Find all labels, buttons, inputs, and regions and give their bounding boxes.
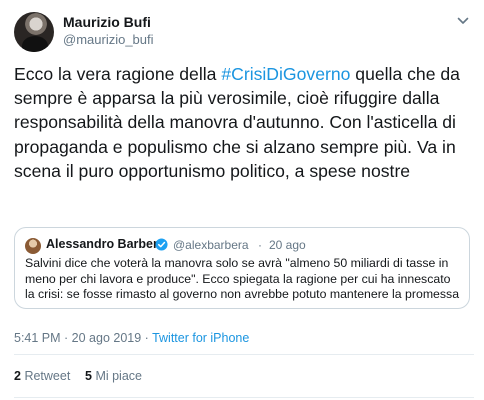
quote-avatar bbox=[25, 238, 41, 254]
hashtag-link[interactable]: #CrisiDiGoverno bbox=[221, 64, 350, 84]
verified-badge-icon bbox=[155, 238, 168, 251]
chevron-down-icon[interactable] bbox=[456, 14, 470, 28]
tweet-text: Ecco la vera ragione della #CrisiDiGover… bbox=[14, 62, 474, 183]
tweet-card: Maurizio Bufi @maurizio_bufi Ecco la ver… bbox=[0, 0, 484, 400]
retweet-stat[interactable]: 2 Retweet bbox=[14, 369, 70, 383]
divider bbox=[14, 397, 474, 398]
quote-author-handle: @alexbarbera bbox=[173, 238, 249, 252]
quote-separator: · bbox=[258, 238, 262, 252]
avatar[interactable] bbox=[14, 12, 54, 52]
retweet-label: Retweet bbox=[24, 369, 71, 383]
tweet-text-before: Ecco la vera ragione della bbox=[14, 64, 222, 84]
retweet-count: 2 bbox=[14, 369, 21, 383]
tweet-meta: 5:41 PM · 20 ago 2019 · Twitter for iPho… bbox=[14, 331, 249, 345]
tweet-stats: 2 Retweet 5 Mi piace bbox=[14, 369, 142, 383]
quoted-tweet[interactable]: Alessandro Barbera @alexbarbera · 20 ago… bbox=[14, 227, 470, 309]
divider bbox=[14, 354, 474, 355]
tweet-timestamp[interactable]: 5:41 PM · 20 ago 2019 · bbox=[14, 331, 152, 345]
author-name[interactable]: Maurizio Bufi bbox=[63, 14, 151, 30]
likes-stat[interactable]: 5 Mi piace bbox=[85, 369, 142, 383]
quote-author-name: Alessandro Barbera bbox=[46, 237, 165, 251]
quote-time: 20 ago bbox=[269, 238, 306, 252]
tweet-source[interactable]: Twitter for iPhone bbox=[152, 331, 249, 345]
likes-count: 5 bbox=[85, 369, 92, 383]
author-handle[interactable]: @maurizio_bufi bbox=[63, 32, 154, 47]
likes-label: Mi piace bbox=[95, 369, 142, 383]
quote-text: Salvini dice che voterà la manovra solo … bbox=[25, 256, 460, 302]
